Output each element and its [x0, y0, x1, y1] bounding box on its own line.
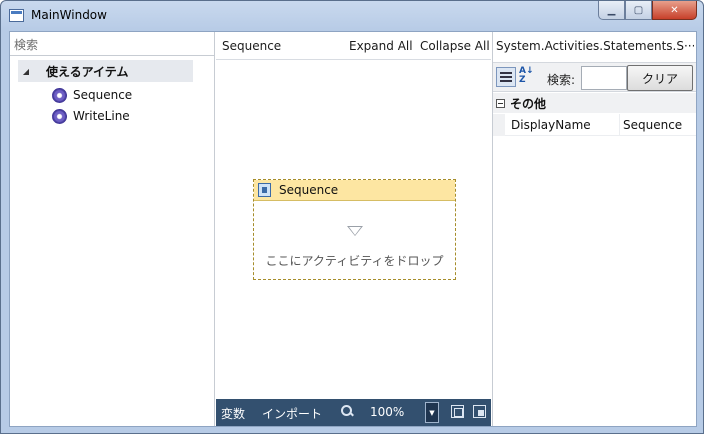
toolbox-item-sequence[interactable]: Sequence [52, 86, 132, 104]
toolbox-item-label: WriteLine [73, 109, 130, 123]
activity-gear-icon [52, 108, 67, 124]
variables-button[interactable]: 変数 [221, 405, 245, 422]
collapse-icon[interactable] [496, 98, 505, 108]
expand-all-link[interactable]: Expand All [349, 39, 413, 53]
selected-type-name: System.Activities.Statements.S··· [496, 39, 694, 53]
drop-zone-hint[interactable]: ここにアクティビティをドロップ [254, 252, 455, 269]
zoom-level[interactable]: 100% [370, 405, 404, 419]
property-category-row[interactable]: その他 [493, 93, 696, 113]
property-search-input[interactable] [581, 66, 627, 90]
main-window: MainWindow ▁ ▢ ✕ 検索 ◢ 使えるアイテム Sequence W… [0, 0, 704, 434]
toolbox-item-label: Sequence [73, 88, 133, 102]
workflow-designer: Sequence Expand All Collapse All Sequenc… [216, 32, 491, 426]
toolbox-category[interactable]: ◢ 使えるアイテム [18, 60, 193, 82]
property-inspector: System.Activities.Statements.S··· A↓ Z 検索… [492, 32, 696, 426]
toolbox-search-input[interactable]: 検索 [10, 32, 214, 56]
toolbox-category-label: 使えるアイテム [46, 64, 129, 79]
sequence-activity[interactable]: Sequence ここにアクティビティをドロップ [253, 179, 456, 280]
activity-title: Sequence [279, 183, 339, 197]
row-gutter [493, 114, 505, 136]
categorized-view-icon[interactable] [496, 67, 516, 87]
property-row[interactable]: DisplayName Sequence [493, 114, 696, 136]
activity-gear-icon [52, 87, 67, 103]
title-bar[interactable]: MainWindow ▁ ▢ ✕ [1, 1, 703, 31]
property-toolbar: A↓ Z 検索: クリア [493, 62, 696, 92]
overview-map-icon[interactable] [473, 405, 486, 418]
fit-to-screen-icon[interactable] [451, 405, 464, 418]
column-divider [619, 114, 620, 136]
property-name: DisplayName [511, 118, 591, 132]
sequence-icon [258, 183, 271, 197]
activity-header[interactable]: Sequence [254, 180, 455, 201]
property-search-label: 検索: [547, 73, 576, 87]
expand-triangle-icon[interactable]: ◢ [18, 67, 34, 76]
drop-arrow-icon [347, 226, 363, 236]
clear-button[interactable]: クリア [627, 65, 693, 91]
designer-status-bar: 変数 インポート 100% ▼ [216, 399, 491, 426]
caption-buttons: ▁ ▢ ✕ [598, 1, 697, 20]
maximize-button[interactable]: ▢ [625, 1, 652, 20]
zoom-dropdown-button[interactable]: ▼ [425, 402, 439, 423]
toolbox-item-writeline[interactable]: WriteLine [52, 107, 130, 125]
breadcrumb[interactable]: Sequence [222, 39, 281, 53]
close-button[interactable]: ✕ [652, 1, 697, 20]
app-window-icon [9, 9, 24, 22]
toolbox-panel: 検索 ◢ 使えるアイテム Sequence WriteLine [10, 32, 215, 426]
alphabetical-sort-icon[interactable]: A↓ Z [519, 67, 539, 87]
property-category-label: その他 [510, 96, 547, 111]
designer-header: Sequence Expand All Collapse All [216, 32, 491, 60]
client-area: 検索 ◢ 使えるアイテム Sequence WriteLine Sequence… [9, 31, 697, 427]
collapse-all-link[interactable]: Collapse All [420, 39, 490, 53]
window-title: MainWindow [31, 8, 107, 22]
imports-button[interactable]: インポート [262, 405, 322, 422]
minimize-button[interactable]: ▁ [598, 1, 625, 20]
property-value[interactable]: Sequence [623, 118, 682, 132]
zoom-icon[interactable] [341, 405, 353, 417]
